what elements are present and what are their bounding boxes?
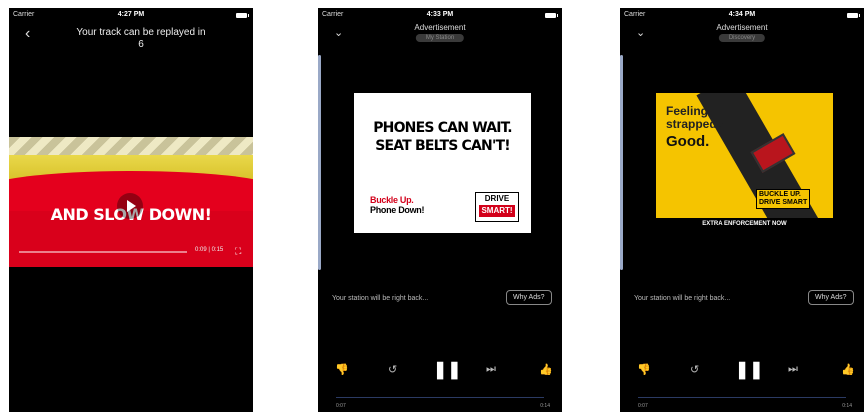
fullscreen-icon[interactable]: ⛶ xyxy=(235,246,241,257)
strapped-text: strapped? xyxy=(666,117,725,131)
station-message: Your station will be right back... xyxy=(634,295,731,302)
buckle-up-logo: Buckle Up. Phone Down! xyxy=(370,195,425,215)
elapsed-time: 0:07 xyxy=(638,403,648,409)
duration-time: 0:14 xyxy=(842,403,852,409)
ad-headline: PHONES CAN WAIT. SEAT BELTS CAN'T! xyxy=(354,119,531,155)
video-replay-screen: Carrier 4:27 PM ‹ Your track can be repl… xyxy=(9,8,253,412)
advertisement-label: Advertisement xyxy=(716,23,768,32)
phone-down-text: Phone Down! xyxy=(370,205,425,215)
thumbs-down-icon[interactable]: 👎 xyxy=(637,363,651,376)
duration-time: 0:14 xyxy=(540,403,550,409)
station-pill: Discovery xyxy=(718,34,766,42)
advertisement-label: Advertisement xyxy=(414,23,466,32)
status-bar: Carrier 4:33 PM xyxy=(318,11,562,23)
ad-headline: Feeling strapped? xyxy=(666,105,724,131)
station-pill: My Station xyxy=(415,34,465,42)
thumbs-up-icon[interactable]: 👍 xyxy=(539,363,553,376)
ad-screen-my-station: Carrier 4:33 PM ⌄ Advertisement My Stati… xyxy=(318,8,562,412)
skip-icon[interactable]: ⏭ xyxy=(788,363,798,376)
status-bar: Carrier 4:34 PM xyxy=(620,11,864,23)
battery-icon xyxy=(847,13,860,18)
clock: 4:33 PM xyxy=(426,11,454,18)
hazard-stripe xyxy=(9,137,253,155)
scroll-indicator xyxy=(318,55,321,270)
skip-icon[interactable]: ⏭ xyxy=(486,363,496,376)
why-ads-button[interactable]: Why Ads? xyxy=(506,290,552,305)
back-icon[interactable]: ‹ xyxy=(25,25,30,43)
station-message: Your station will be right back... xyxy=(332,295,429,302)
buckle-up-text: Buckle Up. xyxy=(370,195,414,205)
ad-line-2: SEAT BELTS CAN'T! xyxy=(375,138,510,154)
enforcement-text: EXTRA ENFORCEMENT NOW xyxy=(702,221,787,227)
buckle-up-logo: BUCKLE UP. DRIVE SMART xyxy=(756,189,811,209)
pause-icon[interactable]: ❚❚ xyxy=(433,360,462,380)
battery-icon xyxy=(236,13,249,18)
clock: 4:34 PM xyxy=(728,11,756,18)
thumbs-down-icon[interactable]: 👎 xyxy=(335,363,349,376)
status-bar: Carrier 4:27 PM xyxy=(9,11,253,23)
buckle-up-text: BUCKLE UP. xyxy=(759,191,801,198)
playback-controls: 👎 ↺ ❚❚ ⏭ 👍 xyxy=(318,360,562,383)
elapsed-time: 0:07 xyxy=(336,403,346,409)
replay-count: 6 xyxy=(138,39,144,50)
pause-icon[interactable]: ❚❚ xyxy=(735,360,764,380)
video-time: 0:09 | 0:15 xyxy=(195,247,224,253)
ad-line-1: PHONES CAN WAIT. xyxy=(373,120,512,136)
thumbs-up-icon[interactable]: 👍 xyxy=(841,363,855,376)
replay-icon[interactable]: ↺ xyxy=(388,363,397,376)
playback-controls: 👎 ↺ ❚❚ ⏭ 👍 xyxy=(620,360,864,383)
drive-smart-text: DRIVE SMART xyxy=(759,199,808,206)
replay-icon[interactable]: ↺ xyxy=(690,363,699,376)
clock: 4:27 PM xyxy=(117,11,145,18)
play-icon[interactable] xyxy=(117,193,143,219)
progress-bar[interactable] xyxy=(336,397,544,398)
scroll-indicator xyxy=(620,55,623,270)
good-text: Good. xyxy=(666,133,710,150)
ad-screen-discovery: Carrier 4:34 PM ⌄ Advertisement Discover… xyxy=(620,8,864,412)
ad-banner[interactable]: PHONES CAN WAIT. SEAT BELTS CAN'T! Buckl… xyxy=(354,93,531,233)
battery-icon xyxy=(545,13,558,18)
why-ads-button[interactable]: Why Ads? xyxy=(808,290,854,305)
ad-banner[interactable]: Feeling strapped? Good. BUCKLE UP. DRIVE… xyxy=(656,93,833,218)
video-scrubber[interactable] xyxy=(19,251,187,253)
replay-title: Your track can be replayed in 6 xyxy=(49,27,233,51)
replay-title-text: Your track can be replayed in xyxy=(76,27,206,38)
smart-text: SMART! xyxy=(479,205,515,217)
drive-text: DRIVE xyxy=(484,194,510,203)
video-player[interactable]: AND SLOW DOWN! 0:09 | 0:15 ⛶ xyxy=(9,137,253,267)
progress-bar[interactable] xyxy=(638,397,846,398)
drive-smart-logo: DRIVE SMART! xyxy=(475,192,519,222)
